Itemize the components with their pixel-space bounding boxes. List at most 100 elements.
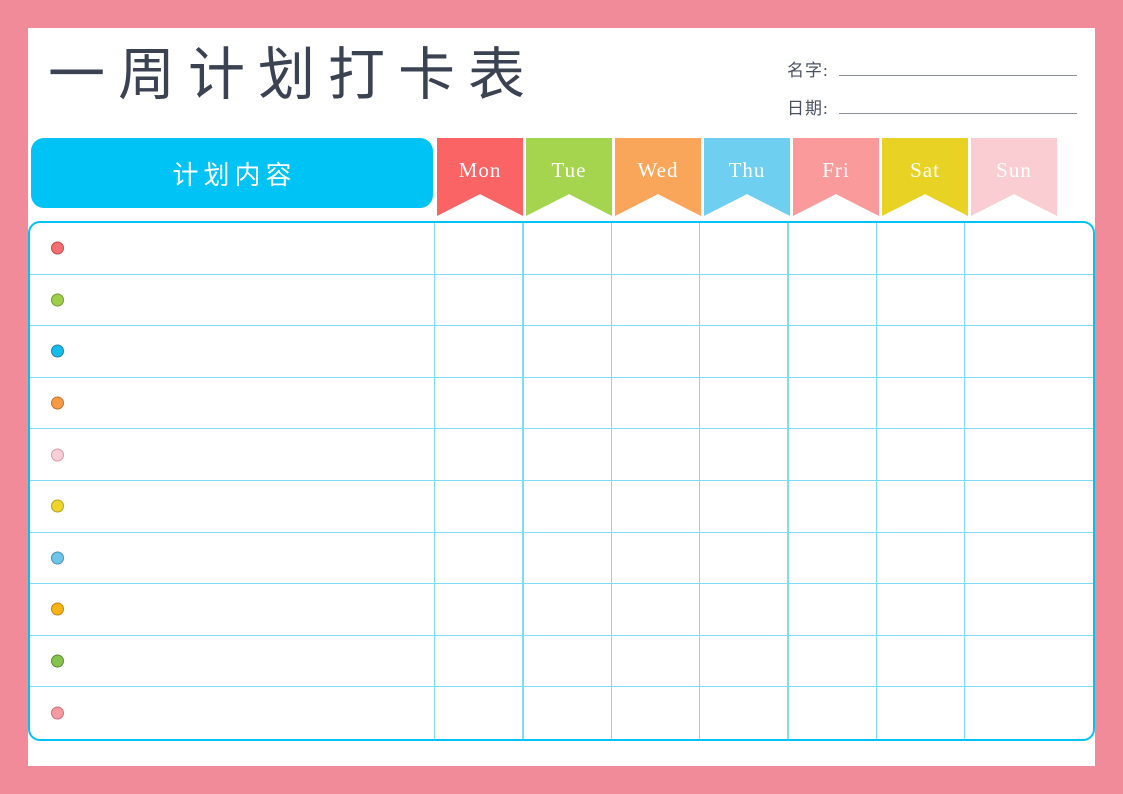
check-cell-sun[interactable] xyxy=(964,429,1052,480)
plan-content-cell[interactable] xyxy=(74,533,434,584)
check-cell-tue[interactable] xyxy=(522,378,610,429)
check-cell-fri[interactable] xyxy=(787,584,875,635)
day-tab-thu[interactable]: Thu xyxy=(704,138,790,216)
check-cell-wed[interactable] xyxy=(611,533,699,584)
day-tab-label: Wed xyxy=(637,158,679,182)
check-cell-sat[interactable] xyxy=(876,326,964,377)
check-cell-tue[interactable] xyxy=(522,636,610,687)
check-cell-thu[interactable] xyxy=(699,584,787,635)
day-tab-sun[interactable]: Sun xyxy=(971,138,1057,216)
bullet-dot-icon xyxy=(51,706,64,720)
check-cell-mon[interactable] xyxy=(434,481,522,532)
plan-content-cell[interactable] xyxy=(74,481,434,532)
check-cell-sun[interactable] xyxy=(964,533,1052,584)
check-cell-tue[interactable] xyxy=(522,429,610,480)
check-cell-fri[interactable] xyxy=(787,223,875,274)
check-cell-sun[interactable] xyxy=(964,687,1052,739)
check-cell-sun[interactable] xyxy=(964,481,1052,532)
check-cell-thu[interactable] xyxy=(699,429,787,480)
check-cell-sat[interactable] xyxy=(876,481,964,532)
check-cell-mon[interactable] xyxy=(434,584,522,635)
check-cell-sat[interactable] xyxy=(876,275,964,326)
check-cell-thu[interactable] xyxy=(699,636,787,687)
plan-content-cell[interactable] xyxy=(74,275,434,326)
check-cell-tue[interactable] xyxy=(522,481,610,532)
check-cell-sat[interactable] xyxy=(876,636,964,687)
page-frame: 一周计划打卡表 名字: 日期: 计划内容 Mon Tue Wed Thu Fri Sat S… xyxy=(0,0,1123,794)
check-cell-sun[interactable] xyxy=(964,275,1052,326)
check-cell-wed[interactable] xyxy=(611,636,699,687)
check-cell-mon[interactable] xyxy=(434,687,522,739)
check-cell-wed[interactable] xyxy=(611,275,699,326)
check-cell-fri[interactable] xyxy=(787,636,875,687)
check-cell-tue[interactable] xyxy=(522,584,610,635)
check-cell-sat[interactable] xyxy=(876,687,964,739)
check-cell-fri[interactable] xyxy=(787,687,875,739)
plan-content-cell[interactable] xyxy=(74,326,434,377)
day-tab-tue[interactable]: Tue xyxy=(526,138,612,216)
check-cell-sun[interactable] xyxy=(964,584,1052,635)
check-cell-fri[interactable] xyxy=(787,275,875,326)
check-cell-wed[interactable] xyxy=(611,378,699,429)
day-tab-mon[interactable]: Mon xyxy=(437,138,523,216)
check-cell-thu[interactable] xyxy=(699,223,787,274)
check-cell-tue[interactable] xyxy=(522,223,610,274)
check-cell-wed[interactable] xyxy=(611,584,699,635)
check-cell-wed[interactable] xyxy=(611,481,699,532)
date-field-input-line[interactable] xyxy=(838,112,1077,114)
check-cell-fri[interactable] xyxy=(787,481,875,532)
plan-content-cell[interactable] xyxy=(74,429,434,480)
date-field-row: 日期: xyxy=(787,84,1077,122)
check-cell-tue[interactable] xyxy=(522,275,610,326)
check-cell-tue[interactable] xyxy=(522,687,610,739)
plan-content-cell[interactable] xyxy=(74,223,434,274)
check-cell-wed[interactable] xyxy=(611,687,699,739)
check-cell-thu[interactable] xyxy=(699,378,787,429)
check-cell-thu[interactable] xyxy=(699,275,787,326)
check-cell-sat[interactable] xyxy=(876,584,964,635)
plan-content-cell[interactable] xyxy=(74,636,434,687)
check-cell-mon[interactable] xyxy=(434,533,522,584)
plan-content-cell[interactable] xyxy=(74,687,434,739)
day-tab-label: Fri xyxy=(822,158,850,182)
check-cell-sat[interactable] xyxy=(876,223,964,274)
check-cell-sat[interactable] xyxy=(876,378,964,429)
check-cell-thu[interactable] xyxy=(699,326,787,377)
check-cell-mon[interactable] xyxy=(434,275,522,326)
table-row xyxy=(30,378,1093,430)
check-cell-sat[interactable] xyxy=(876,429,964,480)
check-cell-mon[interactable] xyxy=(434,429,522,480)
check-cell-tue[interactable] xyxy=(522,326,610,377)
check-cell-mon[interactable] xyxy=(434,326,522,377)
check-cell-thu[interactable] xyxy=(699,687,787,739)
check-cell-wed[interactable] xyxy=(611,429,699,480)
check-cell-sun[interactable] xyxy=(964,378,1052,429)
check-cell-fri[interactable] xyxy=(787,429,875,480)
plan-content-cell[interactable] xyxy=(74,378,434,429)
day-tabs: Mon Tue Wed Thu Fri Sat Sun xyxy=(437,138,1059,216)
check-cell-tue[interactable] xyxy=(522,533,610,584)
check-cell-mon[interactable] xyxy=(434,378,522,429)
check-cell-thu[interactable] xyxy=(699,533,787,584)
check-cell-sat[interactable] xyxy=(876,533,964,584)
day-tab-label: Thu xyxy=(728,158,766,182)
check-cell-wed[interactable] xyxy=(611,223,699,274)
day-tab-wed[interactable]: Wed xyxy=(615,138,701,216)
check-cell-sun[interactable] xyxy=(964,636,1052,687)
check-cell-mon[interactable] xyxy=(434,223,522,274)
check-cell-sun[interactable] xyxy=(964,326,1052,377)
check-cell-wed[interactable] xyxy=(611,326,699,377)
name-field-input-line[interactable] xyxy=(838,74,1077,76)
check-cell-sun[interactable] xyxy=(964,223,1052,274)
bullet-dot-icon xyxy=(51,293,64,307)
check-cell-fri[interactable] xyxy=(787,533,875,584)
day-tab-fri[interactable]: Fri xyxy=(793,138,879,216)
check-cell-mon[interactable] xyxy=(434,636,522,687)
bullet-dot-icon xyxy=(51,499,64,513)
check-cell-fri[interactable] xyxy=(787,378,875,429)
column-header-band: 计划内容 Mon Tue Wed Thu Fri Sat Sun xyxy=(28,138,1095,220)
plan-content-cell[interactable] xyxy=(74,584,434,635)
check-cell-thu[interactable] xyxy=(699,481,787,532)
day-tab-sat[interactable]: Sat xyxy=(882,138,968,216)
check-cell-fri[interactable] xyxy=(787,326,875,377)
